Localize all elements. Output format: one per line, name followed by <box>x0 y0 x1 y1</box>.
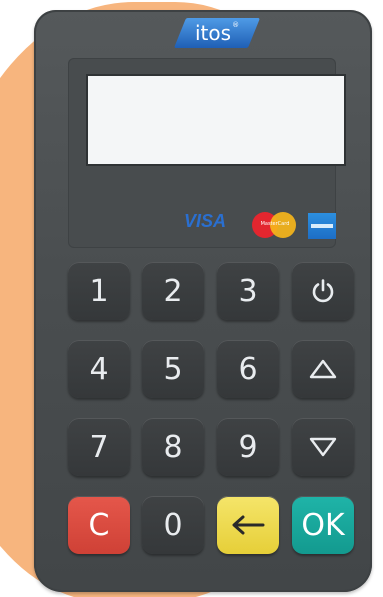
mastercard-logo: MasterCard <box>252 212 298 238</box>
key-5[interactable]: 5 <box>142 340 204 398</box>
mastercard-text: MasterCard <box>260 221 290 227</box>
key-3[interactable]: 3 <box>217 262 279 320</box>
ok-key[interactable]: OK <box>292 496 354 554</box>
key-9[interactable]: 9 <box>217 418 279 476</box>
power-key[interactable] <box>292 262 354 320</box>
up-key[interactable] <box>292 340 354 398</box>
power-icon <box>312 279 334 303</box>
cancel-key[interactable]: C <box>68 496 130 554</box>
key-6[interactable]: 6 <box>217 340 279 398</box>
key-8[interactable]: 8 <box>142 418 204 476</box>
arrow-left-icon <box>232 515 265 535</box>
key-0[interactable]: 0 <box>142 496 204 554</box>
key-2[interactable]: 2 <box>142 262 204 320</box>
key-7[interactable]: 7 <box>68 418 130 476</box>
logo-registered-mark: ® <box>232 21 240 29</box>
amex-logo <box>308 213 336 239</box>
logo-text: itos® <box>194 21 240 45</box>
amex-stripe <box>311 224 333 228</box>
visa-logo: VISA <box>184 211 227 231</box>
card-terminal: itos® VISA MasterCard 1 2 3 4 5 6 7 8 9 … <box>34 10 372 592</box>
key-1[interactable]: 1 <box>68 262 130 320</box>
down-key[interactable] <box>292 418 354 476</box>
triangle-down-icon <box>309 437 337 457</box>
product-photo: itos® VISA MasterCard 1 2 3 4 5 6 7 8 9 … <box>0 0 383 597</box>
itos-logo: itos® <box>173 18 261 48</box>
key-4[interactable]: 4 <box>68 340 130 398</box>
back-key[interactable] <box>217 496 279 554</box>
lcd-screen <box>86 74 346 166</box>
triangle-up-icon <box>309 359 337 379</box>
